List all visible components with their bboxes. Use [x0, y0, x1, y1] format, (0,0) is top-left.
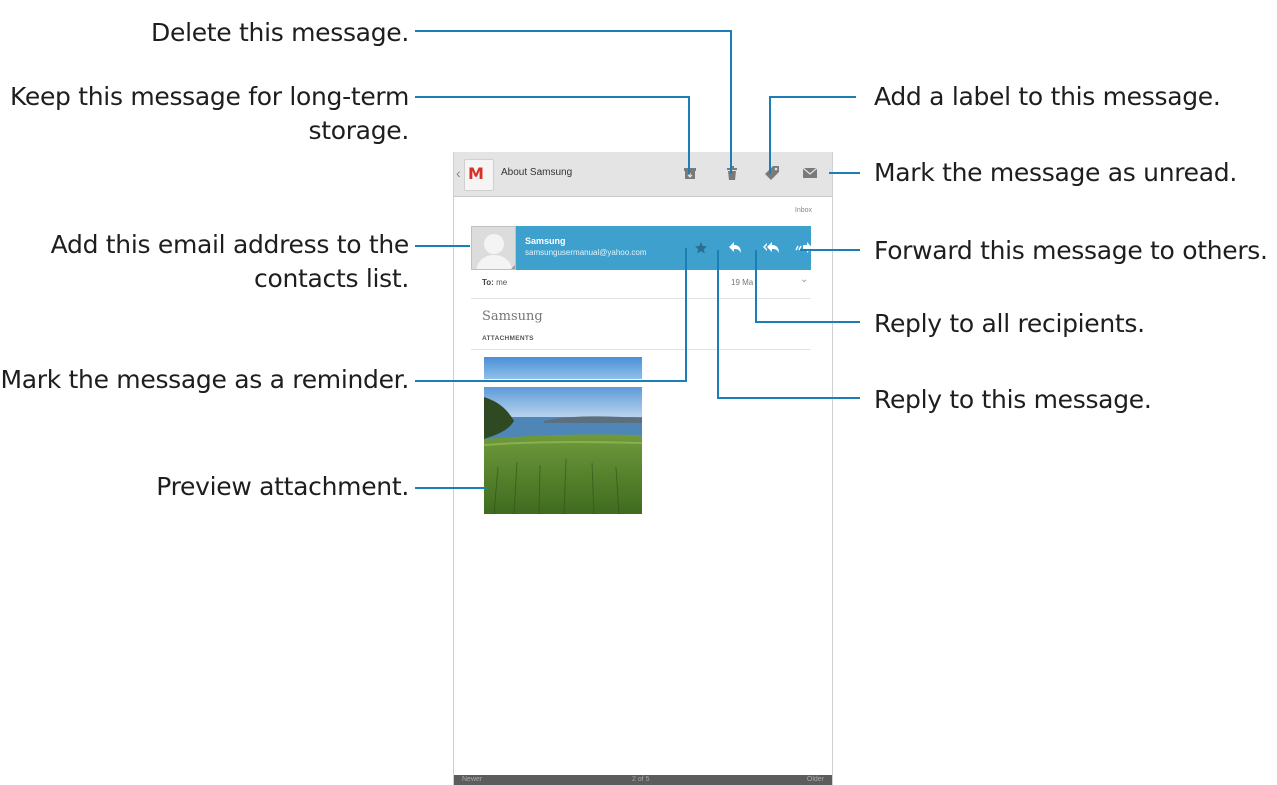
sender-header: Samsung samsungusermanual@yahoo.com: [471, 226, 814, 270]
mark-unread-icon: [802, 167, 818, 178]
avatar[interactable]: [471, 226, 516, 270]
archive-icon: [684, 168, 696, 179]
message-body: Samsung: [482, 309, 543, 324]
forward-icon: [795, 242, 812, 253]
email-screen: ‹ M About Samsung Inbox Samsung samsungu…: [453, 152, 833, 785]
attachment-preview[interactable]: [483, 387, 643, 515]
reply-icon: [729, 242, 741, 253]
callout-reply: Reply to this message.: [874, 385, 1152, 414]
divider: [471, 298, 811, 299]
landscape-photo: [483, 387, 643, 515]
forward-button[interactable]: [794, 238, 814, 258]
callout-archive: Keep this message for long-term storage.: [10, 80, 409, 148]
recipient-row: To: me: [482, 278, 507, 287]
callout-preview: Preview attachment.: [156, 472, 409, 501]
reply-all-button[interactable]: [761, 238, 781, 258]
sender-name: Samsung: [525, 236, 566, 246]
action-bar: ‹ M About Samsung: [454, 152, 832, 197]
label-button[interactable]: [762, 163, 782, 183]
reply-button[interactable]: [725, 238, 745, 258]
callout-reply-all: Reply to all recipients.: [874, 309, 1145, 338]
divider: [471, 349, 811, 350]
pager-indicator: 2 of 5: [632, 776, 650, 783]
star-icon: [695, 242, 707, 254]
delete-button[interactable]: [722, 163, 742, 183]
attachment-thumbnail-partial[interactable]: [484, 357, 642, 379]
back-chevron-icon[interactable]: ‹: [456, 165, 461, 181]
star-button[interactable]: [691, 238, 711, 258]
gmail-logo[interactable]: M: [464, 159, 494, 191]
callout-add-contact-line2: contacts list.: [254, 264, 409, 293]
label-icon: [765, 166, 779, 180]
folder-label: Inbox: [794, 207, 812, 214]
expand-details-icon[interactable]: ⌄: [800, 274, 808, 285]
callout-label: Add a label to this message.: [874, 82, 1221, 111]
callout-forward: Forward this message to others.: [874, 236, 1268, 265]
callout-archive-line1: Keep this message for long-term: [10, 82, 409, 111]
to-label: To:: [482, 278, 494, 287]
callout-add-contact: Add this email address to the contacts l…: [50, 228, 410, 296]
callout-unread: Mark the message as unread.: [874, 158, 1237, 187]
gmail-logo-letter: M: [468, 164, 484, 183]
callout-delete: Delete this message.: [151, 18, 409, 47]
callout-archive-line2: storage.: [308, 116, 409, 145]
newer-button[interactable]: Newer: [462, 775, 482, 785]
message-date: 19 Ma: [731, 278, 754, 287]
to-value: me: [496, 278, 508, 287]
older-button[interactable]: Older: [807, 775, 824, 785]
delete-icon: [727, 166, 737, 180]
attachments-label: ATTACHMENTS: [482, 335, 534, 342]
mark-unread-button[interactable]: [800, 163, 820, 183]
callout-add-contact-line1: Add this email address to the: [50, 230, 410, 259]
callout-reminder: Mark the message as a reminder.: [0, 365, 409, 394]
message-subject: About Samsung: [501, 167, 573, 178]
sender-email: samsungusermanual@yahoo.com: [525, 248, 647, 257]
archive-button[interactable]: [680, 163, 700, 183]
pager-bar: Newer 2 of 5 Older: [454, 775, 832, 785]
reply-all-icon: [763, 242, 779, 253]
contact-silhouette-icon: [476, 234, 515, 269]
